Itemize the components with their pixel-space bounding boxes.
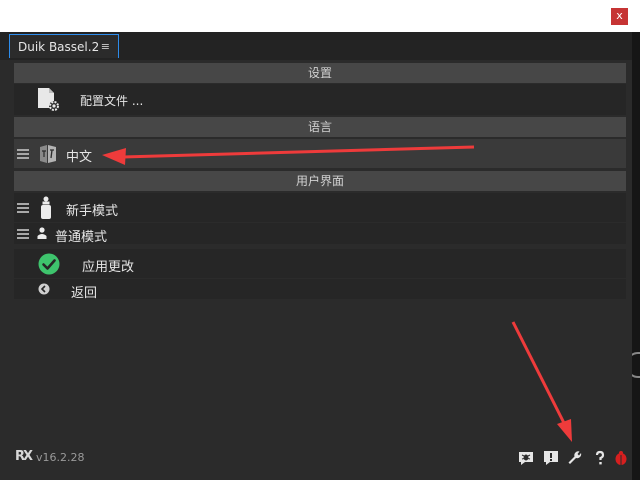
language-arrow-head — [102, 148, 126, 165]
rainbox-logo: RX — [15, 449, 33, 464]
language-annotation-arrow — [121, 145, 475, 159]
help-icon[interactable] — [592, 450, 608, 466]
annotation-arrows — [102, 145, 572, 442]
wrench-icon[interactable] — [567, 450, 583, 466]
version-label: v16.2.28 — [36, 451, 85, 464]
bug-report-icon[interactable] — [518, 450, 534, 466]
settings-annotation-arrow — [511, 321, 567, 426]
debug-bug-icon[interactable] — [613, 450, 629, 466]
feature-request-icon[interactable] — [543, 450, 559, 466]
settings-arrow-head — [557, 419, 572, 442]
